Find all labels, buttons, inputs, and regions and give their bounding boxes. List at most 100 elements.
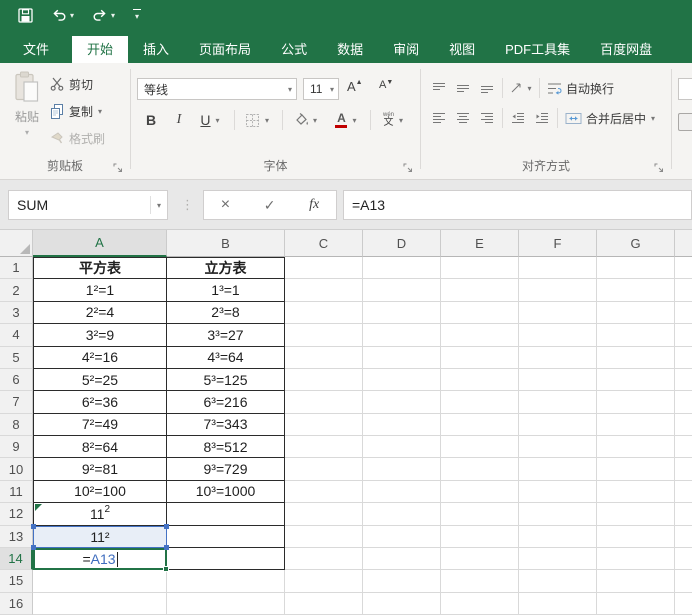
cell-E5[interactable] [441,346,519,369]
cell-C14[interactable] [285,547,363,571]
cell-partial-12[interactable] [675,503,692,526]
cell-partial-5[interactable] [675,346,692,369]
cell-A5[interactable]: 4²=16 [33,346,167,369]
cell-D8[interactable] [363,413,441,436]
cell-C15[interactable] [285,570,363,593]
cell-A13[interactable]: 11² [31,523,169,550]
cell-F3[interactable] [519,301,597,325]
cell-B1[interactable]: 立方表 [167,257,285,280]
cell-partial-8[interactable] [675,413,692,436]
row-header-1[interactable]: 1 [0,257,33,280]
cell-G1[interactable] [597,257,675,280]
redo-button[interactable]: ▾ [88,6,119,25]
cell-F5[interactable] [519,346,597,369]
cell-G16[interactable] [597,592,675,615]
cell-B8[interactable]: 7³=343 [167,413,285,436]
cell-B6[interactable]: 5³=125 [167,368,285,392]
row-header-6[interactable]: 6 [0,368,33,392]
reference-handle[interactable] [31,544,36,550]
tab-insert[interactable]: 插入 [128,36,184,63]
cell-F12[interactable] [519,503,597,526]
align-right-button[interactable] [475,107,499,129]
cell-F10[interactable] [519,458,597,481]
orientation-dropdown-icon[interactable]: ▾ [527,84,531,93]
bold-button[interactable]: B [141,108,161,132]
row-header-8[interactable]: 8 [0,413,33,436]
tab-file[interactable]: 文件 [6,36,66,63]
cell-G2[interactable] [597,279,675,302]
cut-button[interactable]: 剪切 [50,73,93,95]
qat-customize-button[interactable]: ▾ [129,6,145,24]
cell-F6[interactable] [519,368,597,392]
font-size-combo[interactable]: 11 ▾ [303,78,339,100]
cell-A14[interactable]: = A13 [33,547,169,573]
cell-E10[interactable] [441,458,519,481]
row-header-11[interactable]: 11 [0,480,33,504]
row-header-7[interactable]: 7 [0,391,33,414]
cell-C2[interactable] [285,279,363,302]
cell-B14[interactable] [167,547,285,571]
cell-D15[interactable] [363,570,441,593]
align-top-button[interactable] [427,77,451,99]
cell-D3[interactable] [363,301,441,325]
cell-A12[interactable]: 11 2 [33,503,167,526]
borders-button[interactable]: ▾ [239,108,275,132]
cell-B4[interactable]: 3³=27 [167,324,285,347]
cancel-button[interactable]: × [221,196,230,214]
fill-handle[interactable] [163,566,169,573]
cell-F16[interactable] [519,592,597,615]
cell-D10[interactable] [363,458,441,481]
cell-C10[interactable] [285,458,363,481]
tab-home[interactable]: 开始 [72,36,129,63]
cell-A9[interactable]: 8²=64 [33,436,167,459]
cell-A10[interactable]: 9²=81 [33,458,167,481]
cell-E1[interactable] [441,257,519,280]
borders-dropdown-icon[interactable]: ▾ [265,116,269,125]
cell-B16[interactable] [167,592,285,615]
cell-C5[interactable] [285,346,363,369]
row-header-13[interactable]: 13 [0,525,33,548]
cell-F8[interactable] [519,413,597,436]
col-header-C[interactable]: C [285,230,363,257]
merge-center-dropdown-icon[interactable]: ▾ [651,114,655,123]
paste-button[interactable]: 粘贴 ▾ [6,71,48,159]
cell-C8[interactable] [285,413,363,436]
cell-C7[interactable] [285,391,363,414]
cell-B15[interactable] [167,570,285,593]
col-header-D[interactable]: D [363,230,441,257]
formula-bar-drag-dots[interactable]: ⋮ [181,197,194,213]
cell-A2[interactable]: 1²=1 [33,279,167,302]
reference-handle[interactable] [31,523,36,529]
cell-partial-4[interactable] [675,324,692,347]
cell-G11[interactable] [597,480,675,504]
cell-B11[interactable]: 10³=1000 [167,480,285,504]
enter-button[interactable]: ✓ [264,197,276,214]
cell-B9[interactable]: 8³=512 [167,436,285,459]
clipboard-dialog-launcher[interactable] [113,163,123,173]
cell-C16[interactable] [285,592,363,615]
cell-G5[interactable] [597,346,675,369]
cell-D7[interactable] [363,391,441,414]
cell-E3[interactable] [441,301,519,325]
shrink-font-button[interactable]: A ▼ [379,79,393,99]
cell-E8[interactable] [441,413,519,436]
grow-font-button[interactable]: A ▲ [347,79,363,99]
cell-A1[interactable]: 平方表 [33,257,167,280]
merge-center-button[interactable]: 合并后居中 ▾ [565,110,655,127]
tab-review[interactable]: 审阅 [378,36,434,63]
decrease-indent-button[interactable] [506,107,530,129]
cell-D13[interactable] [363,525,441,548]
col-header-A[interactable]: A [33,230,167,257]
tab-pdf-tools[interactable]: PDF工具集 [490,36,585,63]
row-header-2[interactable]: 2 [0,279,33,302]
number-style-button-partial[interactable] [678,113,692,131]
cell-F2[interactable] [519,279,597,302]
font-size-dropdown-icon[interactable]: ▾ [330,85,338,94]
cell-E6[interactable] [441,368,519,392]
cell-G4[interactable] [597,324,675,347]
cell-B10[interactable]: 9³=729 [167,458,285,481]
cell-G15[interactable] [597,570,675,593]
phonetic-dropdown-icon[interactable]: ▾ [399,116,403,125]
cell-E7[interactable] [441,391,519,414]
cell-A6[interactable]: 5²=25 [33,368,167,392]
